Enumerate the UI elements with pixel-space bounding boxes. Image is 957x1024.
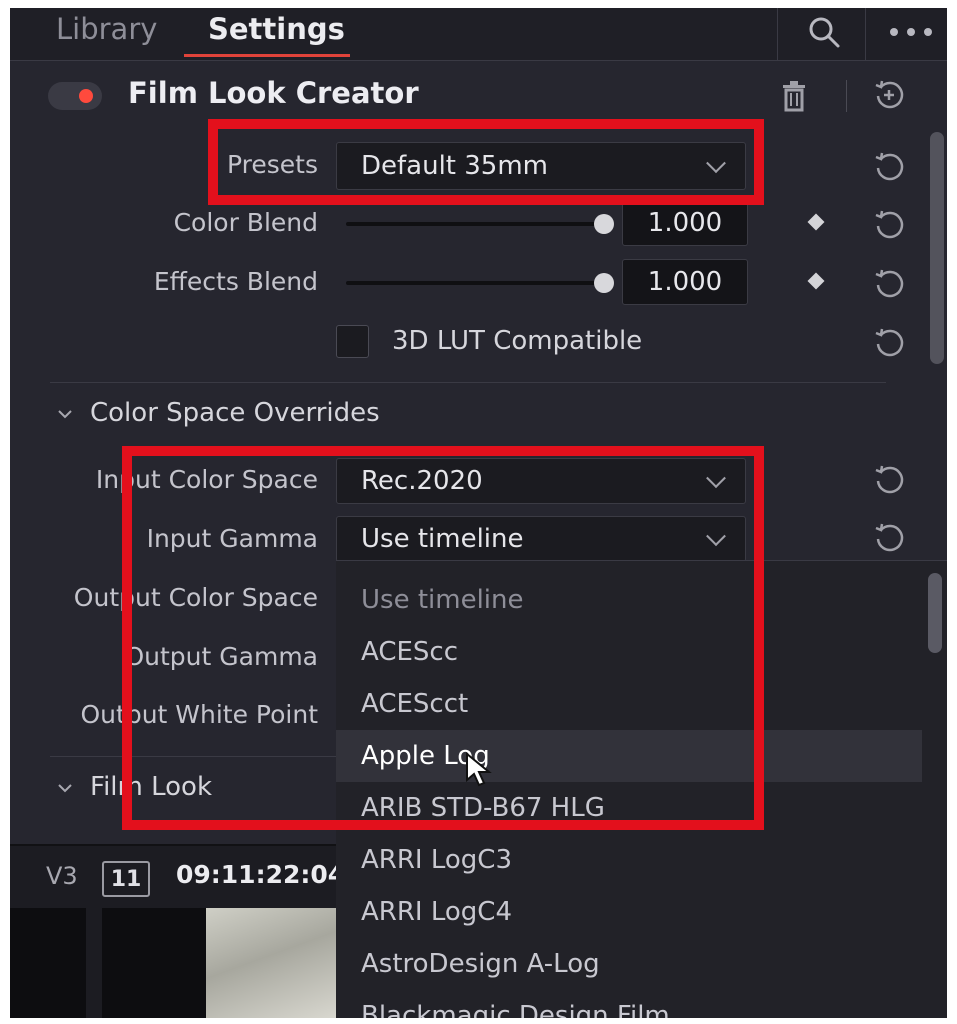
presets-highlight-box — [208, 119, 764, 205]
chevron-down-icon[interactable] — [58, 406, 72, 420]
effect-title: Film Look Creator — [128, 76, 419, 110]
effect-enable-toggle[interactable] — [48, 82, 102, 110]
reset-icon[interactable] — [872, 150, 906, 184]
reset-icon[interactable] — [872, 463, 906, 497]
lut-compat-label: 3D LUT Compatible — [392, 326, 643, 356]
menu-item-arri-logc4[interactable]: ARRI LogC4 — [336, 886, 947, 938]
reset-icon[interactable] — [872, 208, 906, 242]
clip-thumbnail[interactable] — [10, 908, 86, 1018]
keyframe-diamond-icon[interactable] — [807, 213, 825, 231]
color-space-highlight-box — [122, 446, 764, 830]
color-space-overrides-header[interactable]: Color Space Overrides — [90, 398, 380, 428]
menu-item-astrodesign-a-log[interactable]: AstroDesign A-Log — [336, 938, 947, 990]
tab-settings-underline — [184, 54, 350, 57]
inspector-panel: Library Settings Film Look Creator Prese… — [10, 8, 947, 1018]
clip-thumbnail[interactable] — [102, 908, 336, 1018]
clip-number-badge: 11 — [102, 861, 150, 897]
tab-library[interactable]: Library — [56, 12, 157, 46]
keyframe-diamond-icon[interactable] — [807, 272, 825, 290]
menu-item-arri-logc3[interactable]: ARRI LogC3 — [336, 834, 947, 886]
chevron-down-icon[interactable] — [58, 780, 72, 794]
reset-icon[interactable] — [872, 267, 906, 301]
tab-divider — [777, 8, 778, 60]
color-blend-value[interactable]: 1.000 — [622, 200, 748, 246]
tab-divider-2 — [865, 8, 866, 60]
reset-icon[interactable] — [872, 326, 906, 360]
effects-blend-label: Effects Blend — [153, 267, 318, 296]
timeline-track-label: V3 — [46, 862, 78, 890]
effects-blend-value[interactable]: 1.000 — [622, 259, 748, 305]
color-blend-label: Color Blend — [173, 208, 318, 237]
more-options-icon[interactable] — [886, 22, 936, 42]
color-blend-slider[interactable] — [346, 222, 608, 226]
menu-scrollbar-thumb[interactable] — [928, 573, 942, 653]
reset-icon[interactable] — [872, 521, 906, 555]
effect-reset-icon[interactable] — [872, 78, 906, 112]
tab-settings[interactable]: Settings — [208, 12, 345, 46]
header-divider — [846, 80, 847, 112]
lut-compat-checkbox[interactable] — [336, 325, 369, 358]
menu-item-blackmagic-design-film[interactable]: Blackmagic Design Film — [336, 990, 947, 1018]
clip-thumbnail-image — [206, 908, 336, 1018]
toggle-indicator — [79, 89, 93, 103]
clip-number: 11 — [110, 866, 142, 892]
search-icon[interactable] — [806, 14, 842, 50]
color-blend-slider-knob[interactable] — [594, 214, 614, 234]
effects-blend-slider-knob[interactable] — [594, 273, 614, 293]
trash-icon[interactable] — [780, 80, 808, 112]
scrollbar-thumb[interactable] — [930, 132, 944, 364]
timeline-timecode: 09:11:22:04 — [176, 860, 346, 889]
effects-blend-slider[interactable] — [346, 281, 608, 285]
section-divider — [50, 382, 886, 383]
